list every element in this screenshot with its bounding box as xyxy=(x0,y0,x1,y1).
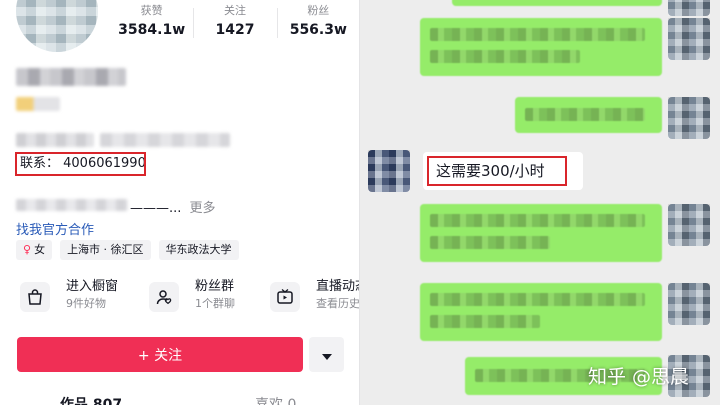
stat-followers-label: 粉丝 xyxy=(307,4,330,17)
live-subtitle: 查看历史 xyxy=(316,297,360,310)
shop-window-title: 进入橱窗 xyxy=(66,279,119,294)
stat-following-value: 1427 xyxy=(215,22,255,38)
female-icon: ♀ xyxy=(23,243,32,256)
message-bubble-blurred xyxy=(420,18,662,76)
fan-group-icon xyxy=(149,282,179,312)
fan-group-title: 粉丝群 xyxy=(195,279,235,294)
message-bubble-blurred xyxy=(452,0,662,6)
stat-followers-value: 556.3w xyxy=(289,22,347,38)
shop-window-shortcut[interactable]: 进入橱窗 9件好物 xyxy=(20,278,118,320)
message-bubble-blurred xyxy=(420,283,662,341)
follow-button[interactable]: + 关注 xyxy=(17,337,303,372)
blurred-badge xyxy=(16,97,60,111)
blurred-bio-line xyxy=(100,133,230,147)
gender-tag: ♀ 女 xyxy=(16,240,53,260)
tab-likes[interactable]: 喜欢 0 xyxy=(255,394,296,405)
message-bubble-blurred xyxy=(515,97,662,133)
message-bubble-blurred xyxy=(420,204,662,262)
watermark: 知乎 @思晨 xyxy=(588,366,690,388)
stat-following[interactable]: 关注 1427 xyxy=(193,0,276,48)
self-avatar-blurred xyxy=(668,97,710,139)
price-message-highlight: 这需要300/小时 xyxy=(427,156,567,186)
more-link[interactable]: 更多 xyxy=(190,201,216,216)
stat-likes-value: 3584.1w xyxy=(118,22,186,38)
bio-tail-text: ———... xyxy=(130,201,182,216)
profile-tabs: 作品 807 喜欢 0 xyxy=(0,394,360,405)
contact-info-highlight: 联系： 4006061990 xyxy=(15,152,146,176)
live-title: 直播动态 xyxy=(316,279,360,294)
avatar[interactable] xyxy=(16,0,98,52)
bio-tail: ———... 更多 xyxy=(130,197,216,216)
location-tag: 上海市 · 徐汇区 xyxy=(60,240,151,260)
fan-group-text: 粉丝群 1个群聊 xyxy=(195,278,235,312)
more-options-button[interactable] xyxy=(309,337,344,372)
stat-followers[interactable]: 粉丝 556.3w xyxy=(276,0,360,48)
live-tv-icon xyxy=(270,282,300,312)
shop-window-text: 进入橱窗 9件好物 xyxy=(66,278,118,312)
profile-stats: 获赞 3584.1w 关注 1427 粉丝 556.3w xyxy=(110,0,360,48)
profile-panel: 获赞 3584.1w 关注 1427 粉丝 556.3w 联系： 4006061… xyxy=(0,0,360,405)
fan-group-subtitle: 1个群聊 xyxy=(195,297,235,310)
stat-likes-label: 获赞 xyxy=(140,4,163,17)
stat-likes[interactable]: 获赞 3584.1w xyxy=(110,0,193,48)
blurred-username xyxy=(16,68,126,86)
shopping-bag-icon xyxy=(20,282,50,312)
tab-works[interactable]: 作品 807 xyxy=(60,394,122,405)
blurred-bio-line xyxy=(16,199,128,211)
live-shortcut[interactable]: 直播动态 查看历史 xyxy=(270,278,360,320)
stat-following-label: 关注 xyxy=(223,4,246,17)
live-text: 直播动态 查看历史 xyxy=(316,278,360,312)
blurred-bio-line xyxy=(16,133,94,147)
self-avatar-blurred xyxy=(668,18,710,60)
chevron-down-icon xyxy=(321,345,332,364)
shop-window-subtitle: 9件好物 xyxy=(66,297,106,310)
official-cooperation-link[interactable]: 找我官方合作 xyxy=(16,219,94,238)
profile-tags: ♀ 女 上海市 · 徐汇区 华东政法大学 xyxy=(16,240,239,260)
self-avatar-blurred xyxy=(668,204,710,246)
self-avatar-blurred xyxy=(668,283,710,325)
profile-shortcuts: 进入橱窗 9件好物 粉丝群 1个群聊 直播动态 查看历史 xyxy=(0,278,360,320)
contact-avatar-blurred xyxy=(368,150,410,192)
school-tag[interactable]: 华东政法大学 xyxy=(158,240,239,260)
self-avatar-blurred xyxy=(668,0,710,16)
fan-group-shortcut[interactable]: 粉丝群 1个群聊 xyxy=(149,278,235,320)
gender-label: 女 xyxy=(34,243,46,256)
chat-panel: 这需要300/小时 知乎 @思晨 xyxy=(360,0,720,405)
